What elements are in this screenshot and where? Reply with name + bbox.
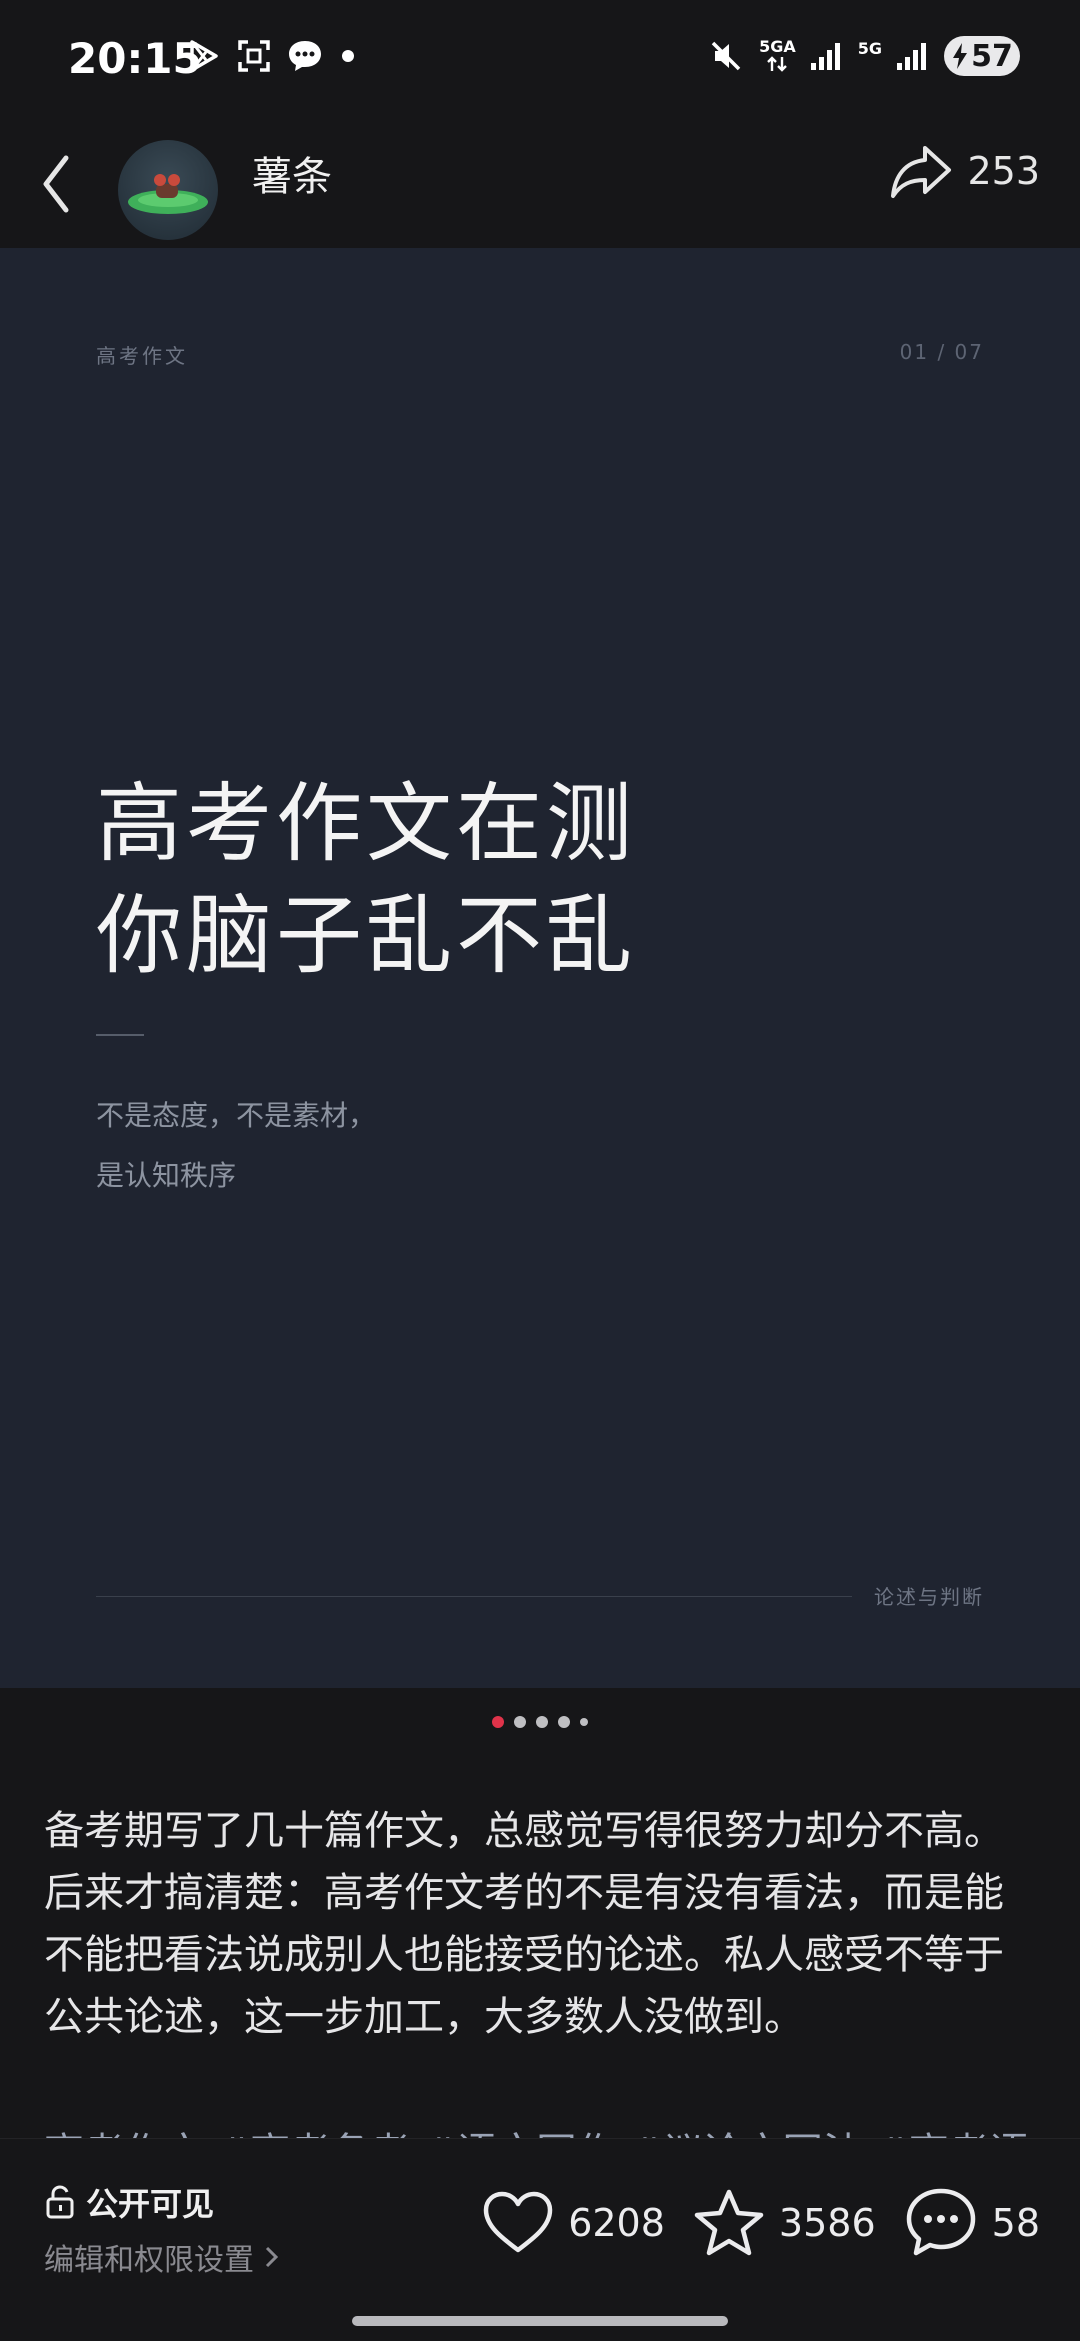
carousel-dot — [580, 1718, 588, 1726]
bottom-action-bar: 公开可见 编辑和权限设置 6208 3586 58 — [0, 2138, 1080, 2341]
edit-permission-label: 编辑和权限设置 — [44, 2243, 254, 2278]
card-title-line-2: 你脑子乱不乱 — [96, 886, 636, 986]
comment-button[interactable]: 58 — [904, 2187, 1040, 2259]
favorite-button[interactable]: 3586 — [693, 2188, 876, 2258]
card-footer-label: 论述与判断 — [874, 1585, 984, 1609]
card-footer-divider — [96, 1596, 852, 1597]
post-image-card[interactable]: 高考作文 01 / 07 高考作文在测 你脑子乱不乱 不是态度，不是素材， 是认… — [0, 248, 1080, 1688]
chevron-left-icon — [43, 155, 69, 213]
network-5g: 5G — [857, 39, 882, 58]
home-indicator[interactable] — [352, 2316, 728, 2326]
back-button[interactable] — [36, 144, 106, 224]
data-arrows-icon — [767, 56, 788, 72]
screenshot-icon — [238, 40, 270, 72]
comment-count: 58 — [991, 2201, 1040, 2245]
carousel-dot — [558, 1716, 570, 1728]
like-button[interactable]: 6208 — [482, 2190, 665, 2256]
post-header: 薯条 253 — [0, 120, 1080, 248]
dot-icon — [342, 50, 354, 62]
heart-icon — [483, 2191, 553, 2253]
star-icon — [694, 2189, 764, 2256]
network-5ga: 5GA — [759, 39, 796, 73]
status-bar: 20:15 5GA 5G 57 — [0, 0, 1080, 120]
signal-icon — [810, 43, 840, 70]
battery-level: 57 — [971, 38, 1013, 74]
author-avatar[interactable] — [118, 140, 218, 240]
carousel-dot-active — [492, 1716, 504, 1728]
charging-bolt-icon — [953, 43, 968, 69]
post-body-text: 备考期写了几十篇作文，总感觉写得很努力却分不高。后来才搞清楚：高考作文考的不是有… — [44, 1808, 1004, 2040]
share-button[interactable]: 253 — [889, 142, 1040, 200]
unlock-icon — [46, 2185, 74, 2219]
carousel-dot — [514, 1716, 526, 1728]
comment-bubble-icon — [906, 2188, 975, 2256]
edit-permission-link[interactable]: 编辑和权限设置 — [44, 2235, 282, 2279]
engagement-actions: 6208 3586 58 — [482, 2187, 1040, 2259]
card-page-indicator: 01 / 07 — [899, 340, 984, 364]
battery-indicator: 57 — [944, 36, 1020, 76]
share-count: 253 — [967, 149, 1040, 193]
author-name[interactable]: 薯条 — [252, 146, 332, 208]
post-hashtags[interactable]: 高考作文 #高考备考 #语文写作 #议论文写法 #高考语文 — [44, 2122, 1034, 2138]
visibility-status: 公开可见 — [44, 2179, 214, 2225]
share-arrow-icon — [891, 146, 952, 198]
card-title: 高考作文在测 你脑子乱不乱 — [96, 768, 636, 992]
card-divider — [96, 1034, 144, 1036]
favorite-count: 3586 — [778, 2201, 876, 2245]
lily-pad-frog-icon — [128, 174, 208, 214]
card-subtitle-line-2: 是认知秩序 — [96, 1159, 237, 1192]
card-title-line-1: 高考作文在测 — [96, 774, 636, 874]
carousel-dot — [536, 1716, 548, 1728]
card-subtitle-line-1: 不是态度，不是素材， — [96, 1099, 377, 1132]
signal-icon-2 — [897, 43, 926, 70]
card-subtitle: 不是态度，不是素材， 是认知秩序 — [96, 1086, 376, 1206]
visibility-label: 公开可见 — [86, 2185, 215, 2223]
mute-icon — [711, 41, 741, 71]
message-icon — [289, 41, 321, 71]
play-store-icon — [190, 40, 218, 72]
like-count: 6208 — [568, 2201, 665, 2245]
status-right-icons: 5GA 5G 57 — [707, 36, 1020, 76]
status-left-icons — [186, 38, 358, 74]
card-tag: 高考作文 — [96, 344, 188, 368]
chevron-right-icon — [265, 2246, 279, 2268]
status-time: 20:15 — [68, 34, 202, 83]
carousel-indicator — [0, 1716, 1080, 1728]
